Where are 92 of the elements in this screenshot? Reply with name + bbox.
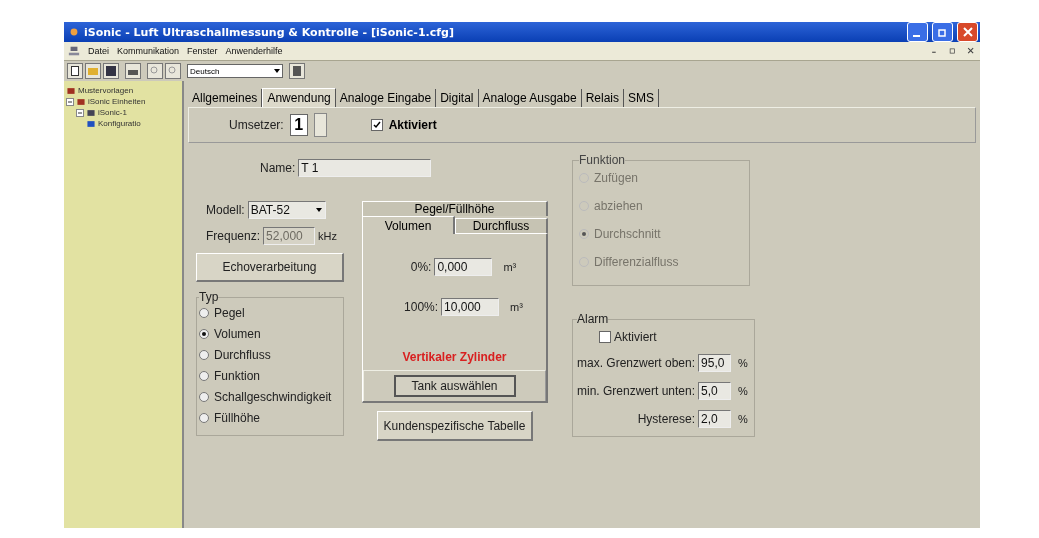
device-button[interactable] <box>289 63 305 79</box>
group-title: Typ <box>199 290 219 304</box>
radio-label: Zufügen <box>594 171 639 185</box>
page-icon <box>71 66 79 76</box>
radio-label: abziehen <box>594 199 643 213</box>
field-label: Umsetzer: <box>229 118 284 132</box>
close-icon <box>966 46 976 56</box>
restore-icon <box>948 46 958 56</box>
tab[interactable]: Volumen <box>362 216 455 234</box>
tab[interactable]: Relais <box>581 89 624 107</box>
unit-label: % <box>738 385 748 397</box>
tab[interactable]: SMS <box>624 89 659 107</box>
radio-button[interactable] <box>199 371 209 381</box>
field-label: 100%: <box>404 300 439 314</box>
radio-button[interactable] <box>199 329 209 339</box>
spin-buttons[interactable] <box>313 113 327 137</box>
restore-button[interactable] <box>932 22 953 42</box>
tree-item[interactable]: iSonic-1 <box>98 108 127 117</box>
checkbox-label: Aktiviert <box>388 118 437 132</box>
custom-table-button[interactable]: Kundenspezifische Tabelle <box>377 411 533 441</box>
tree-item[interactable]: Konfiguratio <box>98 119 141 128</box>
window-title: iSonic - Luft Ultraschallmessung & Kontrolle - [iSonic-1.cfg] <box>84 25 455 39</box>
zoom-in-button[interactable] <box>147 63 163 79</box>
unit-label: m³ <box>503 261 517 273</box>
tree-item[interactable]: iSonic Einheiten <box>88 97 146 106</box>
radio-button[interactable] <box>199 392 209 402</box>
radio-label: Pegel <box>214 306 245 320</box>
tab[interactable]: Durchfluss <box>455 218 548 234</box>
checkbox-label: Aktiviert <box>614 330 657 344</box>
tab[interactable]: Pegel/Füllhöhe <box>362 201 548 216</box>
tab[interactable]: Digital <box>436 89 479 107</box>
unit-label: m³ <box>510 301 523 313</box>
minimize-icon <box>912 35 920 37</box>
device-icon <box>86 107 96 118</box>
shape-label: Vertikaler Zylinder <box>402 350 507 364</box>
menu-item[interactable]: Datei <box>88 46 109 56</box>
field-label: Modell: <box>206 203 245 217</box>
tab[interactable]: Anwendung <box>262 88 336 107</box>
checkbox[interactable] <box>599 331 611 343</box>
radio-label: Durchschnitt <box>594 227 661 241</box>
number-spinner[interactable]: 1 <box>289 114 308 136</box>
threshold-field[interactable]: 5,0 <box>698 382 732 400</box>
print-button[interactable] <box>125 63 141 79</box>
close-icon <box>962 27 973 37</box>
volume-field[interactable]: 0,000 <box>434 258 493 276</box>
menu-item[interactable]: Fenster <box>187 46 218 56</box>
tank-button[interactable]: Tank auswählen <box>393 375 516 397</box>
volume-field[interactable]: 10,000 <box>441 298 500 316</box>
unit-label: kHz <box>318 230 337 242</box>
unit-label: % <box>738 357 748 369</box>
field-label: Frequenz: <box>206 229 261 243</box>
zoom-out-button[interactable] <box>165 63 181 79</box>
tab[interactable]: Analoge Eingabe <box>335 89 437 107</box>
restore-icon <box>937 27 948 37</box>
model-dropdown[interactable]: BAT-52 <box>247 201 326 219</box>
language-dropdown[interactable]: Deutsch <box>187 64 283 78</box>
radio-label: Differenzialfluss <box>594 255 679 269</box>
radio-label: Volumen <box>214 327 261 341</box>
tab[interactable]: Analoge Ausgabe <box>478 89 582 107</box>
device-icon <box>293 66 301 76</box>
collapse-icon[interactable] <box>76 108 84 117</box>
radio-button[interactable] <box>199 413 209 423</box>
save-button[interactable] <box>103 63 119 79</box>
open-folder-button[interactable] <box>85 63 101 79</box>
menu-item[interactable]: Anwenderhilfe <box>225 46 283 56</box>
field-label: max. Grenzwert oben: <box>577 356 696 370</box>
field-label: 0%: <box>410 260 432 274</box>
checkbox[interactable] <box>370 119 383 131</box>
echo-button[interactable]: Echoverarbeitung <box>196 253 344 282</box>
menu-item[interactable]: Kommunikation <box>117 46 180 56</box>
radio-button[interactable] <box>199 350 209 360</box>
app-icon <box>68 26 80 38</box>
group-title: Funktion <box>579 153 626 167</box>
radio-label: Füllhöhe <box>214 411 261 425</box>
new-file-button[interactable] <box>67 63 83 79</box>
radio-label: Funktion <box>214 369 261 383</box>
field-label: Name: <box>260 161 296 175</box>
radio-label: Schallgeschwindigkeit <box>214 390 332 404</box>
field-label: Hysterese: <box>637 412 696 426</box>
unit-label: % <box>738 413 748 425</box>
field-label: min. Grenzwert unten: <box>577 384 696 398</box>
tree-item[interactable]: Mustervorlagen <box>78 86 134 95</box>
printer-icon <box>128 67 138 75</box>
name-field[interactable]: T 1 <box>298 159 432 177</box>
close-button[interactable] <box>957 22 978 42</box>
radio-label: Durchfluss <box>214 348 271 362</box>
radio-button[interactable] <box>199 308 209 318</box>
group-title: Alarm <box>577 312 609 326</box>
collapse-icon[interactable] <box>66 97 74 106</box>
threshold-field[interactable]: 95,0 <box>698 354 732 372</box>
threshold-field[interactable]: 2,0 <box>698 410 732 428</box>
minimize-button[interactable] <box>907 22 928 42</box>
